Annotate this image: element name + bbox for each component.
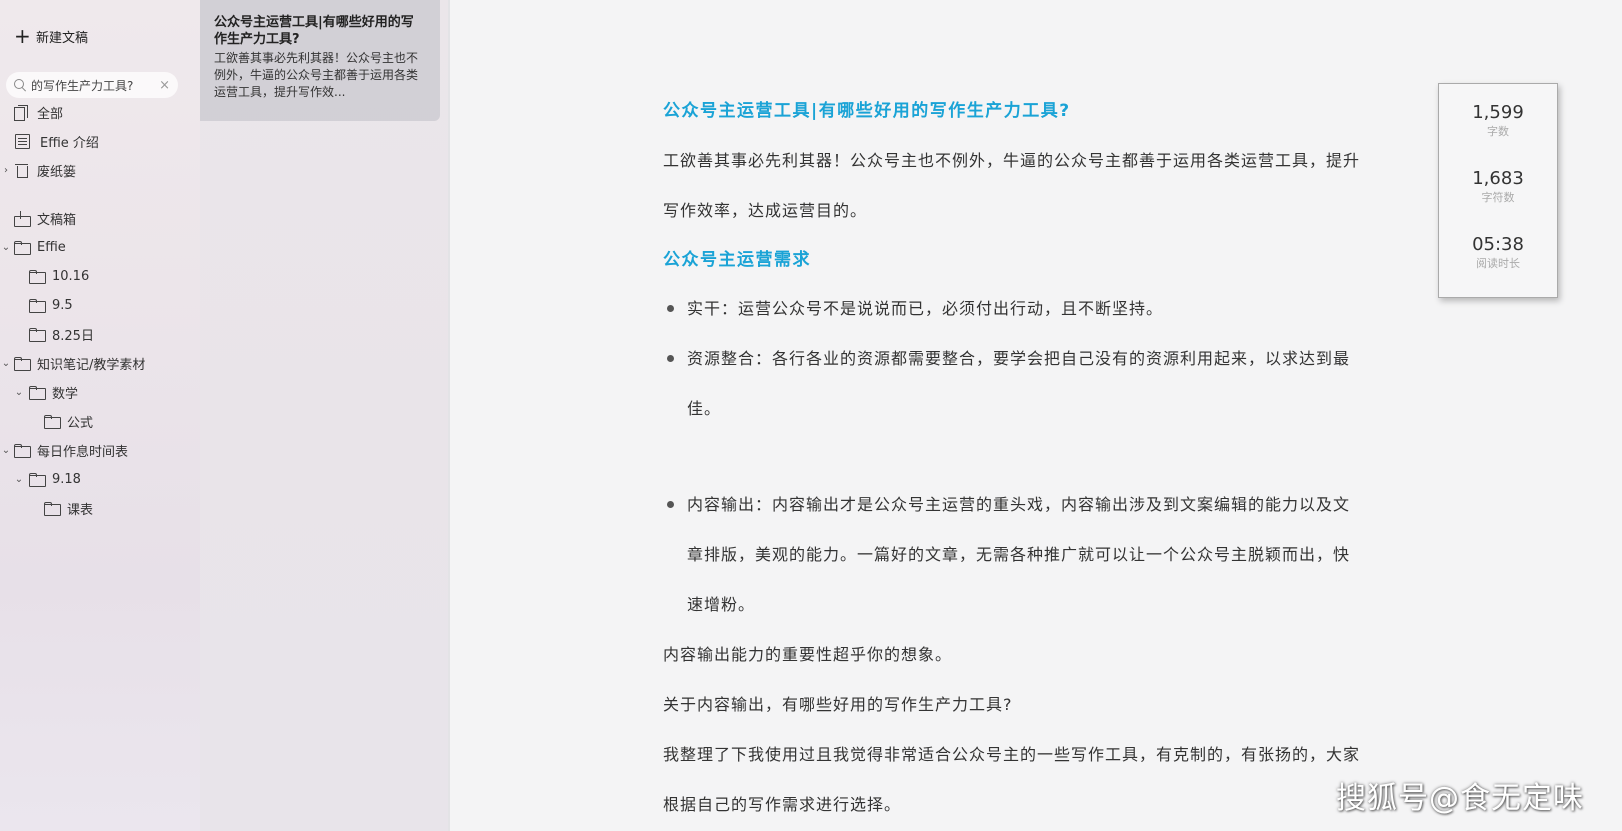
section-heading: 公众号主运营需求 (663, 250, 811, 270)
watermark: 搜狐号@食无定味 (1336, 781, 1584, 816)
chevron-right-icon[interactable]: › (1, 165, 11, 176)
paragraph: 我整理了下我使用过且我觉得非常适合公众号主的一些写作工具，有克制的，有张扬的，大… (663, 745, 1361, 814)
list-item: 实干：运营公众号不是说说而已，必须付出行动，且不断坚持。 (663, 284, 1363, 334)
list-item: 资源整合：各行各业的资源都需要整合，要学会把自己没有的资源利用起来，以求达到最佳… (663, 334, 1363, 434)
sidebar-folder-math[interactable]: ⌄ 数学 (15, 380, 79, 404)
char-count-label: 字符数 (1481, 191, 1515, 204)
folder-icon (29, 269, 46, 284)
sidebar-folder-effie[interactable]: ⌄ Effie (2, 235, 66, 259)
editor-content[interactable]: 公众号主运营工具|有哪些好用的写作生产力工具? 工欲善其事必先利其器！公众号主也… (663, 94, 1363, 830)
document-title: 公众号主运营工具|有哪些好用的写作生产力工具? (663, 101, 1071, 121)
sidebar-item-label: 文稿箱 (37, 212, 77, 228)
all-docs-icon (14, 104, 29, 121)
word-count-stat: 1,599 字数 (1439, 84, 1557, 150)
new-doc-button[interactable]: + 新建文稿 (14, 24, 88, 48)
search-input[interactable] (31, 78, 155, 92)
sidebar-folder-knowledge-notes[interactable]: ⌄ 知识笔记/教学素材 (2, 351, 146, 375)
folder-icon (14, 356, 31, 371)
sidebar-item-label: 知识笔记/教学素材 (37, 357, 146, 373)
app-window: + 新建文稿 × 全部 Effie 介绍 › 废纸篓 (0, 0, 1622, 831)
read-time-stat: 05:38 阅读时长 (1439, 216, 1557, 282)
sidebar-item-label: 8.25日 (52, 328, 94, 344)
char-count-stat: 1,683 字符数 (1439, 150, 1557, 216)
sidebar-item-label: 9.18 (52, 471, 81, 487)
paragraph: 内容输出能力的重要性超乎你的想象。 (663, 645, 953, 664)
document-list: 公众号主运营工具|有哪些好用的写作生产力工具? 工欲善其事必先利其器！公众号主也… (200, 0, 450, 831)
sidebar-item-label: 课表 (67, 502, 94, 518)
document-list-item[interactable]: 公众号主运营工具|有哪些好用的写作生产力工具? 工欲善其事必先利其器！公众号主也… (200, 0, 440, 121)
word-count-panel: 1,599 字数 1,683 字符数 05:38 阅读时长 (1438, 83, 1558, 298)
read-time-value: 05:38 (1472, 234, 1524, 255)
bullet-list: 实干：运营公众号不是说说而已，必须付出行动，且不断坚持。 资源整合：各行各业的资… (663, 284, 1363, 434)
sidebar-item-trash[interactable]: › 废纸篓 (4, 158, 77, 182)
chevron-down-icon[interactable]: ⌄ (14, 474, 24, 485)
paragraph: 关于内容输出，有哪些好用的写作生产力工具? (663, 695, 1013, 714)
list-item: 内容输出：内容输出才是公众号主运营的重头戏，内容输出涉及到文案编辑的能力以及文章… (663, 480, 1363, 630)
folder-icon (44, 501, 61, 516)
sidebar-folder-daily-schedule[interactable]: ⌄ 每日作息时间表 (2, 438, 129, 462)
sidebar-item-inbox[interactable]: 文稿箱 (14, 206, 76, 230)
folder-icon (14, 443, 31, 458)
search-box[interactable]: × (6, 72, 178, 98)
sidebar-item-label: 数学 (52, 386, 79, 402)
chevron-down-icon[interactable]: ⌄ (1, 358, 11, 369)
chevron-down-icon[interactable]: ⌄ (1, 445, 11, 456)
char-count-value: 1,683 (1472, 168, 1524, 189)
sidebar-item-label: 每日作息时间表 (37, 444, 129, 460)
read-time-label: 阅读时长 (1476, 257, 1520, 270)
sidebar-folder-formula[interactable]: 公式 (44, 409, 93, 433)
sidebar-item-label: 公式 (67, 415, 94, 431)
intro-paragraph: 工欲善其事必先利其器！公众号主也不例外，牛逼的公众号主都善于运用各类运营工具，提… (663, 151, 1361, 220)
sidebar-item-effie-intro[interactable]: Effie 介绍 (14, 129, 99, 153)
document-card-title: 公众号主运营工具|有哪些好用的写作生产力工具? (214, 15, 414, 47)
sidebar-folder-8-25[interactable]: 8.25日 (29, 322, 94, 346)
word-count-label: 字数 (1487, 125, 1509, 138)
sidebar: + 新建文稿 × 全部 Effie 介绍 › 废纸篓 (0, 0, 200, 831)
folder-icon (29, 327, 46, 342)
document-icon (15, 133, 30, 149)
chevron-down-icon[interactable]: ⌄ (14, 387, 24, 398)
trash-icon (14, 163, 29, 178)
sidebar-item-label: Effie 介绍 (40, 135, 99, 151)
sidebar-item-all[interactable]: 全部 (14, 100, 63, 124)
folder-icon (14, 240, 31, 255)
word-count-value: 1,599 (1472, 102, 1524, 123)
folder-icon (29, 472, 46, 487)
sidebar-item-label: 9.5 (52, 297, 73, 313)
empty-line (663, 434, 1363, 480)
sidebar-folder-9-5[interactable]: 9.5 (29, 293, 73, 317)
document-card-excerpt: 工欲善其事必先利其器！公众号主也不例外，牛逼的公众号主都善于运用各类运营工具，提… (214, 51, 419, 99)
sidebar-folder-9-18[interactable]: ⌄ 9.18 (15, 467, 81, 491)
folder-icon (29, 385, 46, 400)
sidebar-item-label: 10.16 (52, 268, 90, 284)
sidebar-folder-10-16[interactable]: 10.16 (29, 264, 89, 288)
folder-icon (44, 414, 61, 429)
search-icon (14, 79, 26, 91)
clear-search-icon[interactable]: × (159, 78, 170, 93)
plus-icon: + (14, 24, 31, 48)
inbox-icon (14, 210, 31, 227)
folder-icon (29, 298, 46, 313)
new-doc-label: 新建文稿 (36, 30, 89, 46)
sidebar-item-label: Effie (37, 239, 66, 255)
sidebar-item-label: 全部 (37, 106, 64, 122)
chevron-down-icon[interactable]: ⌄ (1, 242, 11, 253)
sidebar-item-label: 废纸篓 (37, 164, 77, 180)
sidebar-folder-timetable[interactable]: 课表 (44, 496, 93, 520)
bullet-list: 内容输出：内容输出才是公众号主运营的重头戏，内容输出涉及到文案编辑的能力以及文章… (663, 480, 1363, 630)
